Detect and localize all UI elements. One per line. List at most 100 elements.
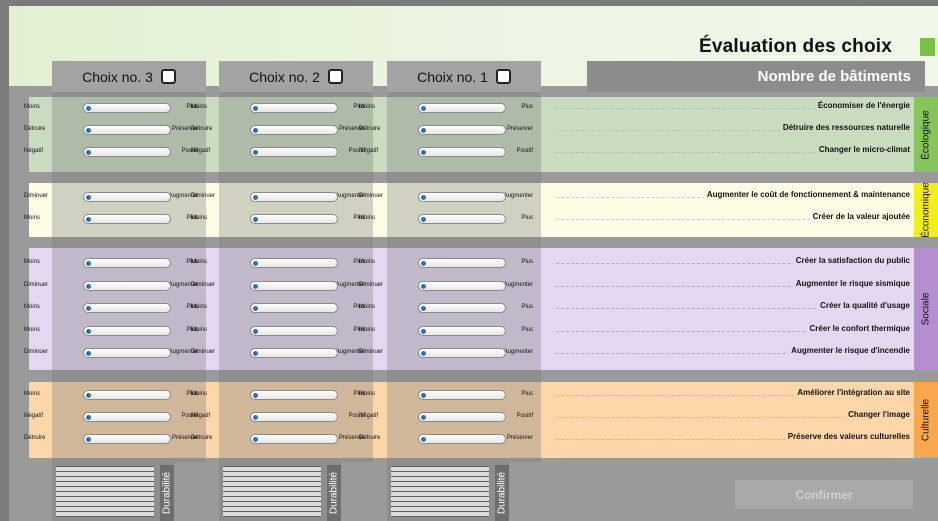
slider-track[interactable] [250, 325, 338, 336]
slider-track[interactable] [250, 390, 338, 400]
slider-track[interactable] [83, 103, 171, 113]
slider-handle[interactable] [420, 127, 427, 134]
slider-row: Moins Plus [359, 325, 533, 338]
slider-track[interactable] [418, 103, 506, 113]
slider-handle[interactable] [420, 105, 427, 112]
slider-handle[interactable] [252, 282, 259, 290]
slider-handle[interactable] [85, 194, 92, 201]
slider-handle[interactable] [420, 282, 427, 290]
slider-track[interactable] [83, 147, 171, 157]
slider-track[interactable] [418, 280, 506, 291]
slider-track[interactable] [83, 348, 171, 358]
slider-track[interactable] [83, 390, 171, 400]
slider-handle[interactable] [420, 216, 427, 223]
choice-checkbox[interactable] [160, 69, 176, 84]
slider-track[interactable] [418, 303, 506, 313]
slider-min-label: Moins [359, 391, 376, 397]
slider-track[interactable] [83, 412, 171, 422]
slider-track[interactable] [83, 280, 171, 291]
slider-track[interactable] [250, 434, 338, 444]
slider-handle[interactable] [420, 350, 427, 357]
slider-handle[interactable] [420, 414, 427, 421]
slider-row: Diminuer Augmenter [24, 192, 198, 204]
slider-track[interactable] [250, 280, 338, 291]
slider-track[interactable] [250, 412, 338, 422]
slider-handle[interactable] [85, 327, 92, 335]
criterion-label: Créer le confort thermique [806, 323, 910, 333]
slider-handle[interactable] [252, 105, 259, 112]
slider-track[interactable] [418, 214, 506, 224]
criterion-row: Économiser de l'énergie [556, 101, 910, 113]
slider-handle[interactable] [252, 350, 259, 357]
slider-handle[interactable] [420, 305, 427, 312]
evaluation-window: Évaluation des choix Nombre de bâtiments… [0, 0, 938, 521]
slider-min-label: Moins [359, 259, 376, 265]
slider-track[interactable] [250, 258, 338, 268]
slider-handle[interactable] [85, 260, 92, 267]
slider-handle[interactable] [252, 260, 259, 267]
slider-handle[interactable] [85, 436, 92, 443]
slider-handle[interactable] [420, 392, 427, 399]
slider-handle[interactable] [252, 414, 259, 421]
slider-handle[interactable] [420, 194, 427, 201]
slider-track[interactable] [83, 434, 171, 444]
slider-handle[interactable] [252, 392, 259, 399]
slider-min-label: Moins [359, 304, 376, 310]
slider-track[interactable] [418, 192, 506, 202]
slider-handle[interactable] [252, 194, 259, 201]
slider-track[interactable] [418, 125, 506, 135]
slider-handle[interactable] [420, 149, 427, 156]
slider-track[interactable] [83, 325, 171, 336]
slider-track[interactable] [418, 390, 506, 400]
slider-handle[interactable] [85, 350, 92, 357]
slider-handle[interactable] [85, 414, 92, 421]
slider-handle[interactable] [85, 149, 92, 156]
slider-min-label: Moins [191, 304, 208, 310]
slider-handle[interactable] [85, 282, 92, 290]
slider-track[interactable] [418, 325, 506, 336]
slider-track[interactable] [250, 348, 338, 358]
slider-track[interactable] [250, 147, 338, 157]
durability-panel: Durabilité [219, 462, 341, 521]
slider-handle[interactable] [85, 216, 92, 223]
slider-track[interactable] [418, 258, 506, 268]
slider-handle[interactable] [252, 327, 259, 335]
slider-handle[interactable] [85, 305, 92, 312]
slider-track[interactable] [418, 412, 506, 422]
slider-track[interactable] [418, 147, 506, 157]
choice-checkbox[interactable] [495, 69, 511, 84]
slider-min-label: Moins [24, 391, 41, 397]
slider-handle[interactable] [252, 149, 259, 156]
slider-track[interactable] [83, 125, 171, 135]
category-tab: Économique [914, 182, 938, 238]
slider-track[interactable] [250, 192, 338, 202]
slider-handle[interactable] [420, 327, 427, 335]
slider-track[interactable] [250, 303, 338, 313]
slider-track[interactable] [83, 192, 171, 202]
slider-track[interactable] [250, 103, 338, 113]
slider-handle[interactable] [252, 436, 259, 443]
slider-handle[interactable] [252, 127, 259, 134]
slider-handle[interactable] [252, 305, 259, 312]
slider-track[interactable] [250, 214, 338, 224]
confirm-button[interactable]: Confirmer [735, 480, 913, 509]
slider-track[interactable] [83, 303, 171, 313]
slider-handle[interactable] [252, 216, 259, 223]
choice-checkbox[interactable] [327, 69, 343, 84]
slider-track[interactable] [418, 434, 506, 444]
slider-track[interactable] [83, 258, 171, 268]
category-label: Culturelle [920, 398, 932, 442]
slider-min-label: Moins [191, 104, 208, 110]
slider-handle[interactable] [85, 392, 92, 399]
criterion-label: Créer de la valeur ajoutée [809, 212, 910, 221]
slider-track[interactable] [418, 348, 506, 358]
slider-row: Moins Plus [191, 258, 365, 270]
slider-min-label: Moins [359, 104, 376, 110]
slider-handle[interactable] [85, 127, 92, 134]
slider-handle[interactable] [420, 436, 427, 443]
slider-row: Moins Plus [24, 325, 198, 338]
slider-handle[interactable] [85, 105, 92, 112]
slider-track[interactable] [250, 125, 338, 135]
slider-track[interactable] [83, 214, 171, 224]
slider-handle[interactable] [420, 260, 427, 267]
